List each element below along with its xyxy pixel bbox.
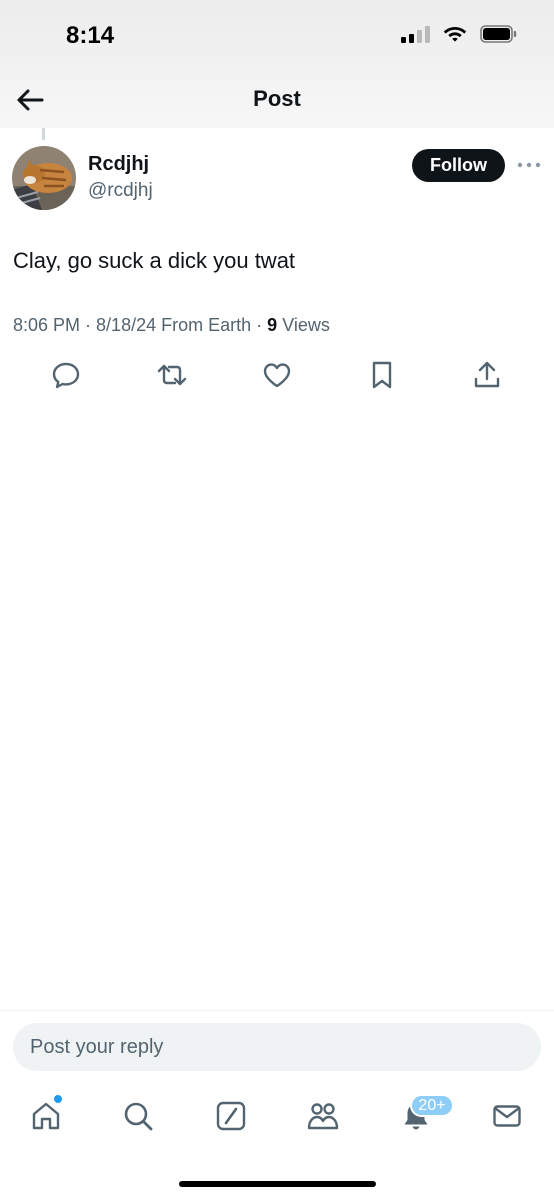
reply-button[interactable]: [49, 358, 83, 392]
battery-icon: [480, 24, 517, 43]
post-meta: 8:06 PM · 8/18/24 From Earth · 9 Views: [13, 315, 330, 335]
views-label[interactable]: Views: [282, 315, 330, 335]
page-title: Post: [253, 86, 301, 111]
tab-communities[interactable]: [303, 1096, 343, 1136]
share-icon: [474, 361, 500, 388]
repost-icon: [157, 364, 187, 386]
author-display-name[interactable]: Rcdjhj: [88, 153, 149, 176]
reply-box[interactable]: [13, 1023, 541, 1071]
reply-input[interactable]: [30, 1035, 541, 1059]
notifications-badge: 20+: [410, 1094, 454, 1117]
post-text: Clay, go suck a dick you twat: [13, 248, 296, 273]
tab-search[interactable]: [118, 1096, 158, 1136]
avatar[interactable]: [12, 146, 76, 210]
post-time: 8:06 PM: [13, 315, 81, 335]
post-header: Post: [0, 72, 554, 128]
grok-icon: [216, 1101, 246, 1131]
wifi-icon: [443, 27, 467, 42]
status-bar: 8:14: [0, 0, 554, 72]
home-unread-dot: [54, 1095, 62, 1103]
author-handle[interactable]: @rcdjhj: [88, 180, 153, 202]
reply-divider: [0, 1010, 554, 1011]
communities-icon: [307, 1103, 339, 1130]
home-indicator[interactable]: [179, 1181, 376, 1187]
status-time: 8:14: [66, 22, 115, 49]
repost-button[interactable]: [155, 358, 189, 392]
like-button[interactable]: [260, 358, 294, 392]
bookmark-icon: [372, 361, 392, 389]
tab-messages[interactable]: [487, 1096, 527, 1136]
post-source: From Earth: [161, 315, 252, 335]
tab-grok[interactable]: [211, 1096, 251, 1136]
reply-icon: [52, 362, 80, 389]
like-icon: [263, 363, 291, 388]
share-button[interactable]: [470, 358, 504, 392]
views-count: 9: [267, 315, 278, 335]
messages-icon: [493, 1105, 521, 1127]
thread-connector: [42, 128, 45, 140]
cellular-signal-icon: [401, 25, 430, 43]
follow-button[interactable]: Follow: [412, 149, 505, 182]
home-icon: [32, 1102, 60, 1130]
bookmark-button[interactable]: [365, 358, 399, 392]
more-horizontal-icon: [517, 162, 541, 168]
more-options-button[interactable]: [516, 153, 542, 177]
search-icon: [124, 1102, 153, 1131]
post-date: 8/18/24: [96, 315, 157, 335]
status-icons: [401, 24, 518, 43]
